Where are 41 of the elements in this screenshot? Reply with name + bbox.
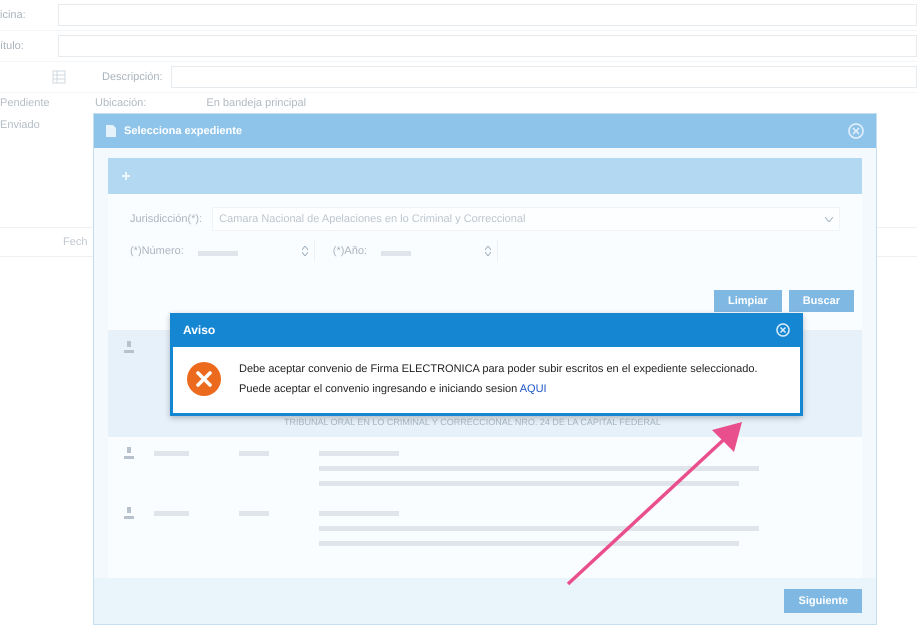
alert-title: Aviso [183, 323, 216, 337]
alert-message: Debe aceptar convenio de Firma ELECTRONICA para poder subir escritos en el expediente seleccionado. Puede aceptar el convenio ingresando e iniciando sesion AQUI [239, 362, 758, 397]
status-item[interactable]: Pendiente [0, 97, 95, 109]
blurred-text [239, 451, 269, 456]
field-label: icina: [0, 9, 27, 21]
blurred-text [381, 250, 412, 256]
spinner-icon [485, 246, 492, 256]
document-icon [106, 125, 116, 137]
field-label: (*)Número: [130, 245, 184, 257]
blurred-text [154, 511, 189, 516]
caret-icon [825, 216, 833, 222]
field-label: (*)Año: [332, 245, 368, 257]
blurred-text [198, 250, 238, 256]
modal-title: Selecciona expediente [124, 125, 243, 137]
field-label: Jurisdicción(*): [130, 213, 202, 225]
close-icon[interactable] [848, 123, 864, 139]
spinner-icon [302, 246, 308, 256]
court-name: TRIBUNAL ORAL EN LO CRIMINAL Y CORRECCIONAL NRO. 24 DE LA CAPITAL FEDERAL [284, 417, 661, 427]
blurred-text [154, 451, 189, 456]
jurisdiction-select[interactable]: Camara Nacional de Apelaciones en lo Criminal y Correccional [212, 207, 840, 231]
status-item[interactable]: Enviado [0, 119, 95, 131]
stamp-icon [124, 507, 134, 521]
stamp-icon [124, 447, 134, 461]
field-label: ítulo: [0, 40, 25, 52]
search-form-button[interactable]: Buscar [788, 290, 854, 312]
close-icon[interactable] [776, 323, 790, 337]
stamp-icon [124, 341, 134, 355]
error-icon [187, 362, 221, 396]
blurred-text [239, 511, 269, 516]
location-value: En bandeja principal [206, 97, 306, 109]
plus-icon[interactable] [122, 172, 130, 180]
field-label: Descripción: [102, 71, 163, 83]
field-label: Ubicación: [95, 97, 146, 109]
input-field[interactable] [58, 35, 917, 57]
grid-icon[interactable] [52, 70, 66, 84]
column-header: Fech [63, 236, 88, 248]
here-link[interactable]: AQUI [520, 383, 547, 395]
search-form-button[interactable]: Limpiar [714, 290, 782, 312]
next-button[interactable]: Siguiente [784, 589, 862, 613]
input-field[interactable] [58, 4, 917, 26]
input-field[interactable] [170, 66, 917, 88]
